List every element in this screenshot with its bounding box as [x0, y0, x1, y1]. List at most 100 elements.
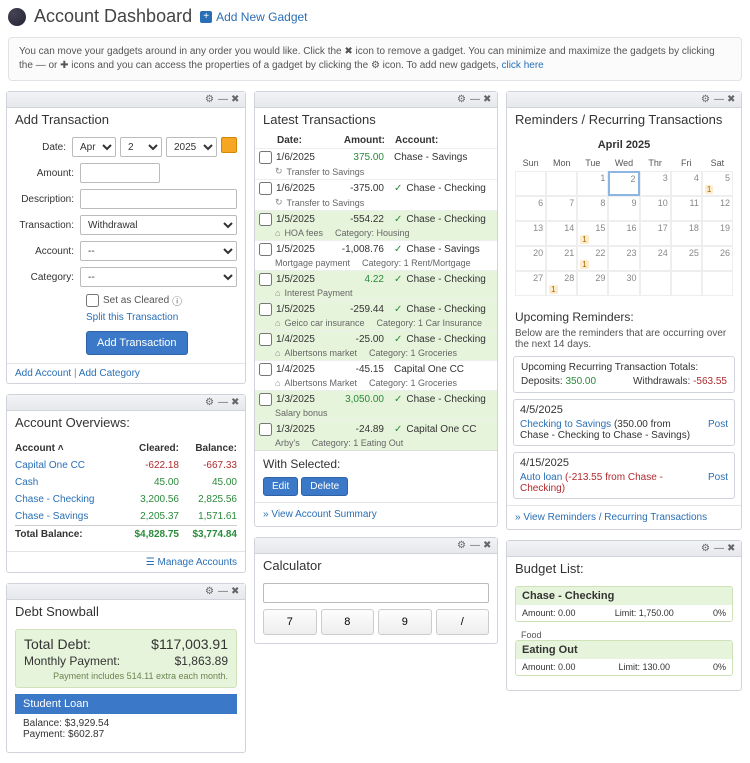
calendar-day[interactable]: 8	[577, 196, 608, 221]
calc-key[interactable]: 7	[263, 609, 317, 635]
calendar-day[interactable]: 12	[702, 196, 733, 221]
calc-key[interactable]: 8	[321, 609, 375, 635]
post-link[interactable]: Post	[708, 472, 728, 483]
calc-key[interactable]: 9	[378, 609, 432, 635]
close-icon[interactable]: ✖	[727, 544, 737, 554]
set-cleared-checkbox[interactable]	[86, 294, 99, 307]
calendar-day[interactable]: 2	[608, 171, 639, 196]
close-icon[interactable]: ✖	[231, 587, 241, 597]
transaction-checkbox[interactable]	[259, 363, 272, 376]
calendar-day[interactable]: 3	[640, 171, 671, 196]
calendar-day[interactable]	[515, 171, 546, 196]
transaction-checkbox[interactable]	[259, 243, 272, 256]
amount-input[interactable]	[80, 163, 160, 183]
calendar-day[interactable]: 21	[546, 246, 577, 271]
calendar-day[interactable]: 20	[515, 246, 546, 271]
add-transaction-button[interactable]: Add Transaction	[86, 331, 188, 355]
account-link[interactable]: Capital One CC	[15, 460, 85, 471]
gear-icon[interactable]: ⚙	[701, 544, 711, 554]
close-icon[interactable]: ✖	[727, 95, 737, 105]
transaction-checkbox[interactable]	[259, 333, 272, 346]
reminder-name-link[interactable]: Checking to Savings	[520, 419, 611, 430]
gear-icon[interactable]: ⚙	[701, 95, 711, 105]
calendar-day[interactable]: 16	[608, 221, 639, 246]
transaction-checkbox[interactable]	[259, 423, 272, 436]
transaction-checkbox[interactable]	[259, 213, 272, 226]
calendar-day[interactable]	[671, 271, 702, 296]
date-day-select[interactable]: 2	[120, 137, 162, 157]
calendar-day[interactable]: 23	[608, 246, 639, 271]
reminder-name-link[interactable]: Auto loan	[520, 472, 562, 483]
minimize-icon[interactable]: —	[218, 587, 228, 597]
delete-button[interactable]: Delete	[301, 477, 348, 496]
view-account-summary-link[interactable]: » View Account Summary	[255, 502, 497, 526]
calendar-day[interactable]: 14	[546, 221, 577, 246]
transaction-checkbox[interactable]	[259, 273, 272, 286]
calendar-day[interactable]: 24	[640, 246, 671, 271]
help-icon[interactable]: ⓘ	[172, 293, 182, 308]
close-icon[interactable]: ✖	[231, 95, 241, 105]
calendar-day[interactable]: 26	[702, 246, 733, 271]
calculator-display[interactable]	[263, 583, 489, 603]
calendar-day[interactable]: 27	[515, 271, 546, 296]
close-icon[interactable]: ✖	[483, 95, 493, 105]
calendar-day[interactable]: 221	[577, 246, 608, 271]
manage-accounts-link[interactable]: ☰ Manage Accounts	[146, 557, 237, 568]
date-year-select[interactable]: 2025	[166, 137, 217, 157]
intro-click-here[interactable]: click here	[501, 60, 543, 71]
post-link[interactable]: Post	[708, 419, 728, 430]
calendar-day[interactable]: 18	[671, 221, 702, 246]
add-gadget-link[interactable]: +Add New Gadget	[200, 10, 307, 24]
calendar-day[interactable]: 10	[640, 196, 671, 221]
account-link[interactable]: Chase - Savings	[15, 511, 88, 522]
calendar-day[interactable]	[702, 271, 733, 296]
calendar-day[interactable]: 7	[546, 196, 577, 221]
account-link[interactable]: Chase - Checking	[15, 494, 94, 505]
add-account-link[interactable]: Add Account	[15, 368, 71, 379]
calendar-day[interactable]: 1	[577, 171, 608, 196]
split-transaction-link[interactable]: Split this Transaction	[86, 312, 237, 323]
transaction-checkbox[interactable]	[259, 182, 272, 195]
edit-button[interactable]: Edit	[263, 477, 298, 496]
close-icon[interactable]: ✖	[231, 398, 241, 408]
transaction-type-select[interactable]: Withdrawal	[80, 215, 237, 235]
calendar-day[interactable]: 51	[702, 171, 733, 196]
calendar-day[interactable]: 281	[546, 271, 577, 296]
add-category-link[interactable]: Add Category	[79, 368, 140, 379]
calendar-day[interactable]: 151	[577, 221, 608, 246]
calendar-day[interactable]: 19	[702, 221, 733, 246]
calendar-day[interactable]	[640, 271, 671, 296]
close-icon[interactable]: ✖	[483, 541, 493, 551]
account-link[interactable]: Cash	[15, 477, 38, 488]
gear-icon[interactable]: ⚙	[205, 95, 215, 105]
gear-icon[interactable]: ⚙	[457, 541, 467, 551]
calendar-day[interactable]: 25	[671, 246, 702, 271]
date-month-select[interactable]: Apr	[72, 137, 116, 157]
calendar-day[interactable]: 13	[515, 221, 546, 246]
transaction-checkbox[interactable]	[259, 303, 272, 316]
calendar-day[interactable]: 30	[608, 271, 639, 296]
category-select[interactable]: --	[80, 267, 237, 287]
description-input[interactable]	[80, 189, 237, 209]
minimize-icon[interactable]: —	[218, 398, 228, 408]
transaction-checkbox[interactable]	[259, 151, 272, 164]
calc-key[interactable]: /	[436, 609, 490, 635]
transaction-checkbox[interactable]	[259, 393, 272, 406]
account-select[interactable]: --	[80, 241, 237, 261]
minimize-icon[interactable]: —	[714, 544, 724, 554]
minimize-icon[interactable]: —	[470, 95, 480, 105]
calendar-day[interactable]: 11	[671, 196, 702, 221]
gear-icon[interactable]: ⚙	[457, 95, 467, 105]
gear-icon[interactable]: ⚙	[205, 398, 215, 408]
minimize-icon[interactable]: —	[714, 95, 724, 105]
gear-icon[interactable]: ⚙	[205, 587, 215, 597]
calendar-day[interactable]: 4	[671, 171, 702, 196]
minimize-icon[interactable]: —	[218, 95, 228, 105]
view-all-reminders-link[interactable]: » View Reminders / Recurring Transaction…	[507, 505, 741, 529]
calendar-day[interactable]: 9	[608, 196, 639, 221]
calendar-day[interactable]	[546, 171, 577, 196]
calendar-day[interactable]: 29	[577, 271, 608, 296]
calendar-day[interactable]: 17	[640, 221, 671, 246]
calendar-day[interactable]: 6	[515, 196, 546, 221]
calendar-icon[interactable]	[221, 137, 237, 153]
